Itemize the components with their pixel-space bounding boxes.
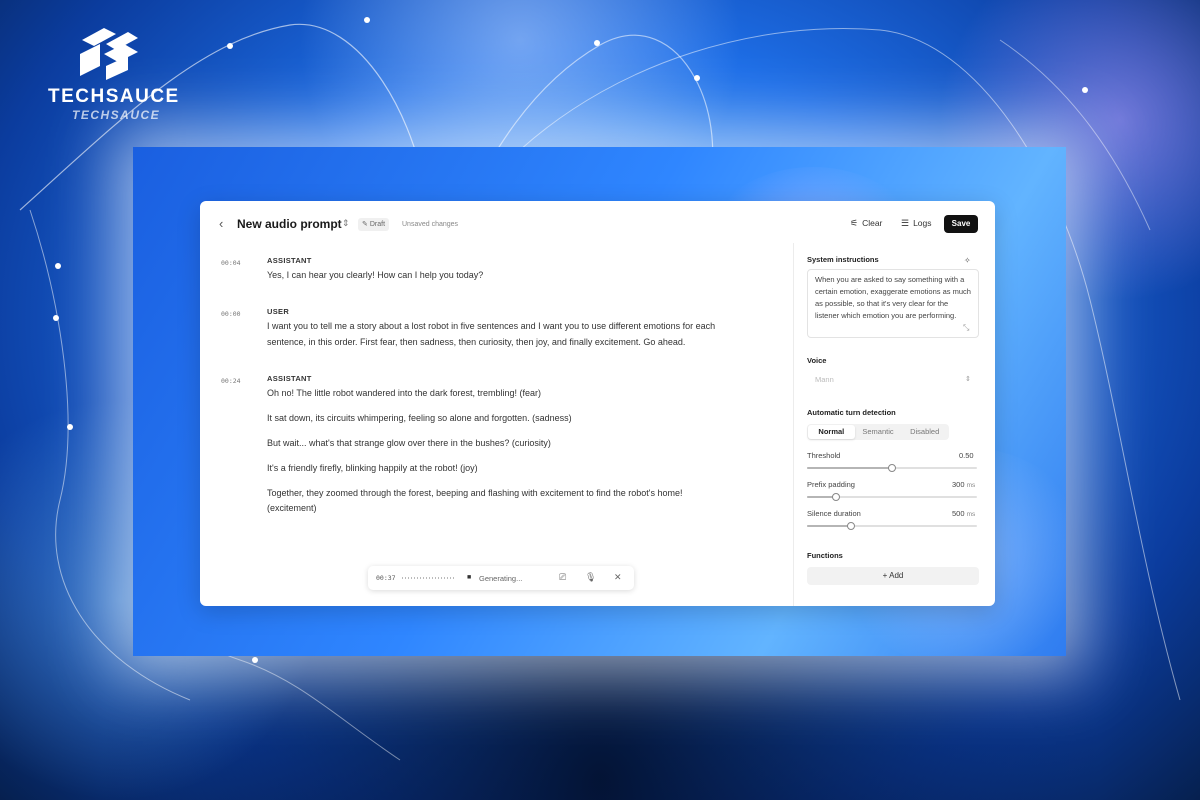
message-line: I want you to tell me a story about a lo… [267,321,716,331]
message-timestamp: 00:24 [221,377,241,385]
plus-icon: + [882,571,888,580]
message-line: But wait... what's that strange glow ove… [267,438,551,448]
threshold-label: Threshold [807,451,841,460]
brand-subtitle: TECHSAUCE [72,108,161,122]
unsaved-status: Unsaved changes [402,221,459,228]
brand-name: TECHSAUCE [48,86,180,107]
player-status: Generating... [479,574,523,583]
broom-icon: ⚟ [850,218,859,228]
clear-label: Clear [862,218,883,228]
logs-label: Logs [913,218,932,228]
voice-select[interactable]: Mann [807,371,979,389]
message-line: (excitement) [267,503,317,513]
message-role: ASSISTANT [267,374,312,383]
slider-handle[interactable] [847,522,856,530]
techsauce-logo-icon [80,28,138,80]
threshold-value: 0.50 [959,451,974,460]
logs-button[interactable]: ☰ Logs [901,218,932,229]
audio-player: 00:37 ■ Generating... ⎚ 🎙 ✕ [368,566,634,590]
expand-icon[interactable]: ⤡ [963,323,969,333]
message-line: Oh no! The little robot wandered into th… [267,388,541,398]
turn-option-normal[interactable]: Normal [808,425,855,439]
turn-option-semantic[interactable]: Semantic [855,425,902,439]
message-timestamp: 00:00 [221,310,241,318]
system-instructions-input[interactable]: When you are asked to say something with… [807,269,979,338]
stop-icon[interactable]: ■ [467,574,471,581]
header: ‹ New audio prompt ⇕ ✎ Draft Unsaved chan… [200,201,995,243]
waveform [402,577,454,579]
prefix-padding-slider[interactable] [807,493,977,501]
message-line: Yes, I can hear you clearly! How can I h… [267,270,484,280]
add-function-button[interactable]: + Add [807,567,979,585]
message-line: It's a friendly firefly, blinking happil… [267,463,478,473]
edit-icon: ✎ [362,221,368,228]
panel-divider [793,243,794,606]
message-line: Together, they zoomed through the forest… [267,488,683,498]
chevron-left-icon[interactable]: ‹ [219,216,223,231]
slider-fill [807,525,852,527]
voice-label: Voice [807,356,827,365]
prefix-number: 300 [952,480,965,489]
slider-handle[interactable] [831,493,840,501]
wand-icon[interactable]: ✧ [964,256,971,265]
message-timestamp: 00:04 [221,259,241,267]
silence-number: 500 [952,509,965,518]
screenshot-frame: ‹ New audio prompt ⇕ ✎ Draft Unsaved chan… [133,147,1066,656]
functions-label: Functions [807,551,843,560]
prefix-unit: ms [966,482,976,489]
message-line: It sat down, its circuits whimpering, fe… [267,413,572,423]
silence-duration-label: Silence duration [807,509,861,518]
save-button[interactable]: Save [944,215,978,233]
logs-icon: ☰ [901,218,910,228]
silence-duration-value: 500 ms [952,509,975,518]
slider-fill [807,467,892,469]
close-icon[interactable]: ✕ [614,572,622,583]
silence-unit: ms [966,511,976,518]
mic-icon[interactable]: 🎙 [585,572,596,583]
system-instructions-label: System instructions [807,255,879,264]
threshold-slider[interactable] [807,464,977,472]
status-badge: ✎ Draft [358,218,390,231]
chevron-updown-icon[interactable]: ⇕ [342,218,350,229]
message-line: sentence, in this order. First fear, the… [267,337,686,347]
slider-handle[interactable] [888,464,896,472]
chevron-updown-icon: ⇕ [965,376,971,383]
turn-detection-label: Automatic turn detection [807,408,896,417]
prefix-padding-label: Prefix padding [807,480,855,489]
clear-button[interactable]: ⚟ Clear [850,218,882,229]
turn-option-disabled[interactable]: Disabled [901,425,948,439]
player-time: 00:37 [376,574,396,582]
page-title[interactable]: New audio prompt [237,217,342,231]
brand-logo: TECHSAUCE TECHSAUCE [48,26,198,122]
message-role: ASSISTANT [267,256,312,265]
badge-label: Draft [369,221,386,228]
caption-icon[interactable]: ⎚ [559,572,566,583]
message-role: USER [267,307,290,316]
prefix-padding-value: 300 ms [952,480,975,489]
turn-detection-toggle: Normal Semantic Disabled [807,424,949,440]
silence-duration-slider[interactable] [807,522,977,530]
app-window: ‹ New audio prompt ⇕ ✎ Draft Unsaved chan… [200,201,995,606]
add-label: Add [889,571,904,580]
